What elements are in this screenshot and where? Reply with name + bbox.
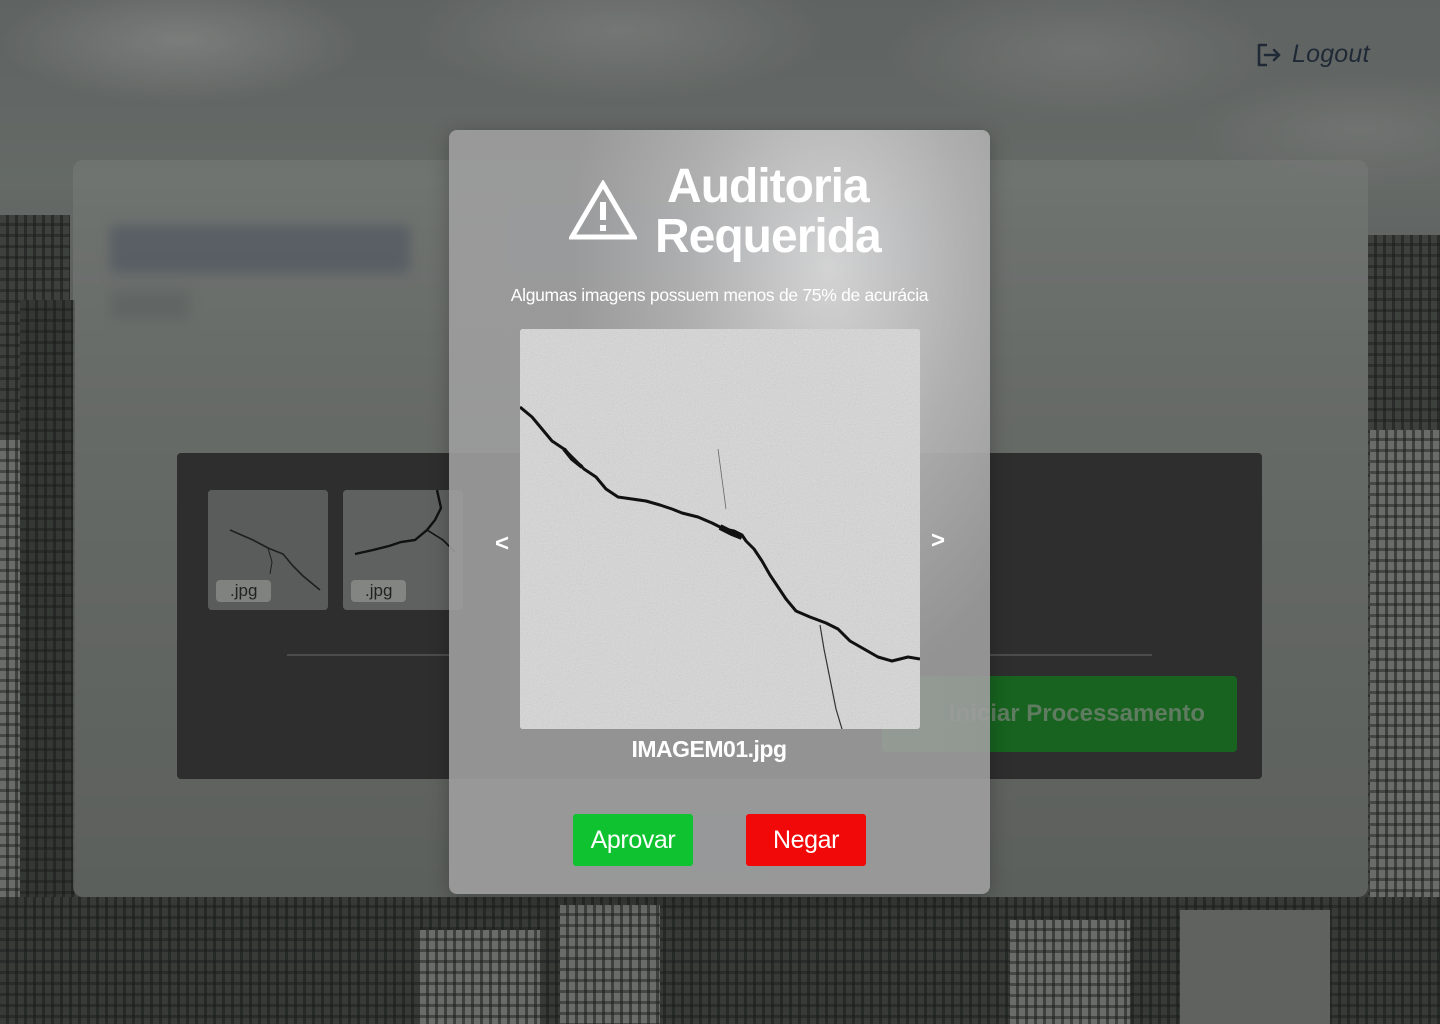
previous-image-button[interactable]: < bbox=[495, 530, 509, 558]
audit-modal: Auditoria Requerida Algumas imagens poss… bbox=[449, 130, 990, 894]
warning-triangle-icon bbox=[567, 178, 639, 245]
page-subtitle-blurred bbox=[110, 290, 190, 320]
thumbnail-extension: .jpg bbox=[216, 580, 272, 602]
page-title-blurred bbox=[110, 225, 410, 273]
thumbnail-extension: .jpg bbox=[351, 580, 407, 602]
deny-button[interactable]: Negar bbox=[746, 814, 866, 866]
logout-icon bbox=[1256, 42, 1282, 68]
image-thumbnail[interactable]: .jpg bbox=[208, 490, 328, 610]
modal-subtitle: Algumas imagens possuem menos de 75% de … bbox=[510, 285, 929, 305]
approve-button[interactable]: Aprovar bbox=[573, 814, 693, 866]
panel-divider bbox=[287, 654, 449, 656]
image-file-name: IMAGEM01.jpg bbox=[631, 736, 787, 762]
logout-button[interactable]: Logout bbox=[1256, 40, 1370, 69]
image-preview bbox=[520, 329, 920, 729]
panel-divider bbox=[990, 654, 1152, 656]
image-thumbnail[interactable]: .jpg bbox=[343, 490, 463, 610]
logout-label: Logout bbox=[1292, 40, 1370, 68]
modal-header: Auditoria Requerida bbox=[567, 160, 882, 263]
next-image-button[interactable]: > bbox=[931, 527, 945, 555]
modal-title: Auditoria Requerida bbox=[655, 160, 882, 263]
